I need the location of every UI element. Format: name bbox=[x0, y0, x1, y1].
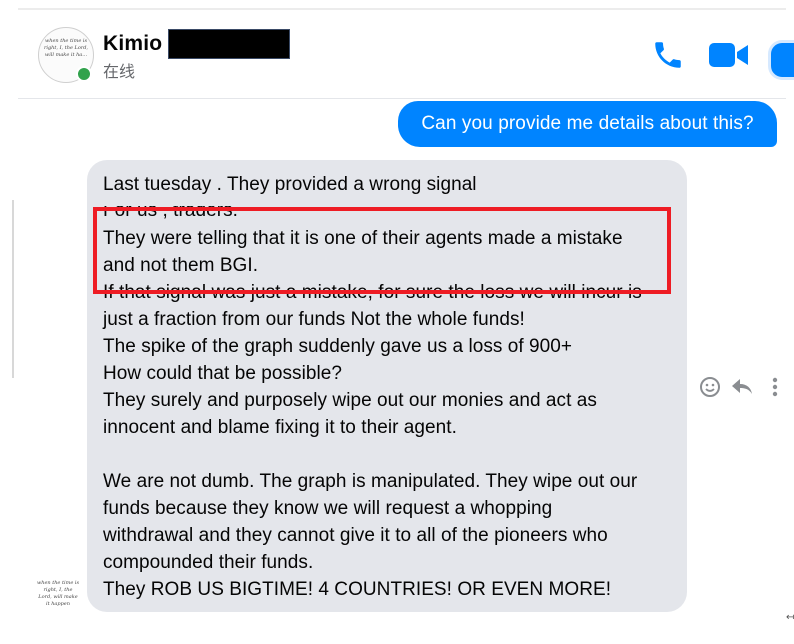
scrollbar-track[interactable] bbox=[12, 200, 14, 378]
corner-arrow-icon: ↤ bbox=[786, 612, 794, 623]
online-status-text: 在线 bbox=[103, 64, 136, 81]
message-line: just a fraction from our funds Not the w… bbox=[103, 309, 525, 330]
message-line: How could that be possible? bbox=[103, 363, 342, 384]
message-line: funds because they know we will request … bbox=[103, 498, 553, 519]
sender-small-avatar[interactable]: when the time is right, I, the Lord, wil… bbox=[36, 580, 80, 614]
more-info-button[interactable] bbox=[768, 40, 794, 80]
message-line: They surely and purposely wipe out our m… bbox=[103, 390, 597, 411]
phone-icon[interactable] bbox=[651, 38, 685, 72]
avatar-handwriting: when the time is right, I, the Lord, wil… bbox=[43, 38, 89, 58]
redacted-surname-block bbox=[168, 29, 290, 59]
contact-name[interactable]: Kimio bbox=[103, 32, 162, 56]
message-line: innocent and blame fixing it to their ag… bbox=[103, 417, 457, 438]
message-line: They ROB US BIGTIME! 4 COUNTRIES! OR EVE… bbox=[103, 579, 612, 600]
message-line: withdrawal and they cannot give it to al… bbox=[103, 525, 608, 546]
message-line: compounded their funds. bbox=[103, 552, 314, 573]
red-highlight-box bbox=[93, 207, 671, 294]
message-line: We are not dumb. The graph is manipulate… bbox=[103, 471, 638, 492]
more-options-icon[interactable] bbox=[770, 376, 780, 398]
chat-header: when the time is right, I, the Lord, wil… bbox=[18, 10, 794, 99]
video-camera-icon[interactable] bbox=[708, 40, 752, 70]
online-status-dot bbox=[76, 66, 92, 82]
outgoing-message-bubble[interactable]: Can you provide me details about this? bbox=[398, 101, 777, 147]
smiley-icon[interactable] bbox=[699, 376, 721, 398]
message-line: The spike of the graph suddenly gave us … bbox=[103, 336, 573, 357]
message-line: Last tuesday . They provided a wrong sig… bbox=[103, 174, 477, 195]
reply-icon[interactable] bbox=[730, 377, 754, 397]
